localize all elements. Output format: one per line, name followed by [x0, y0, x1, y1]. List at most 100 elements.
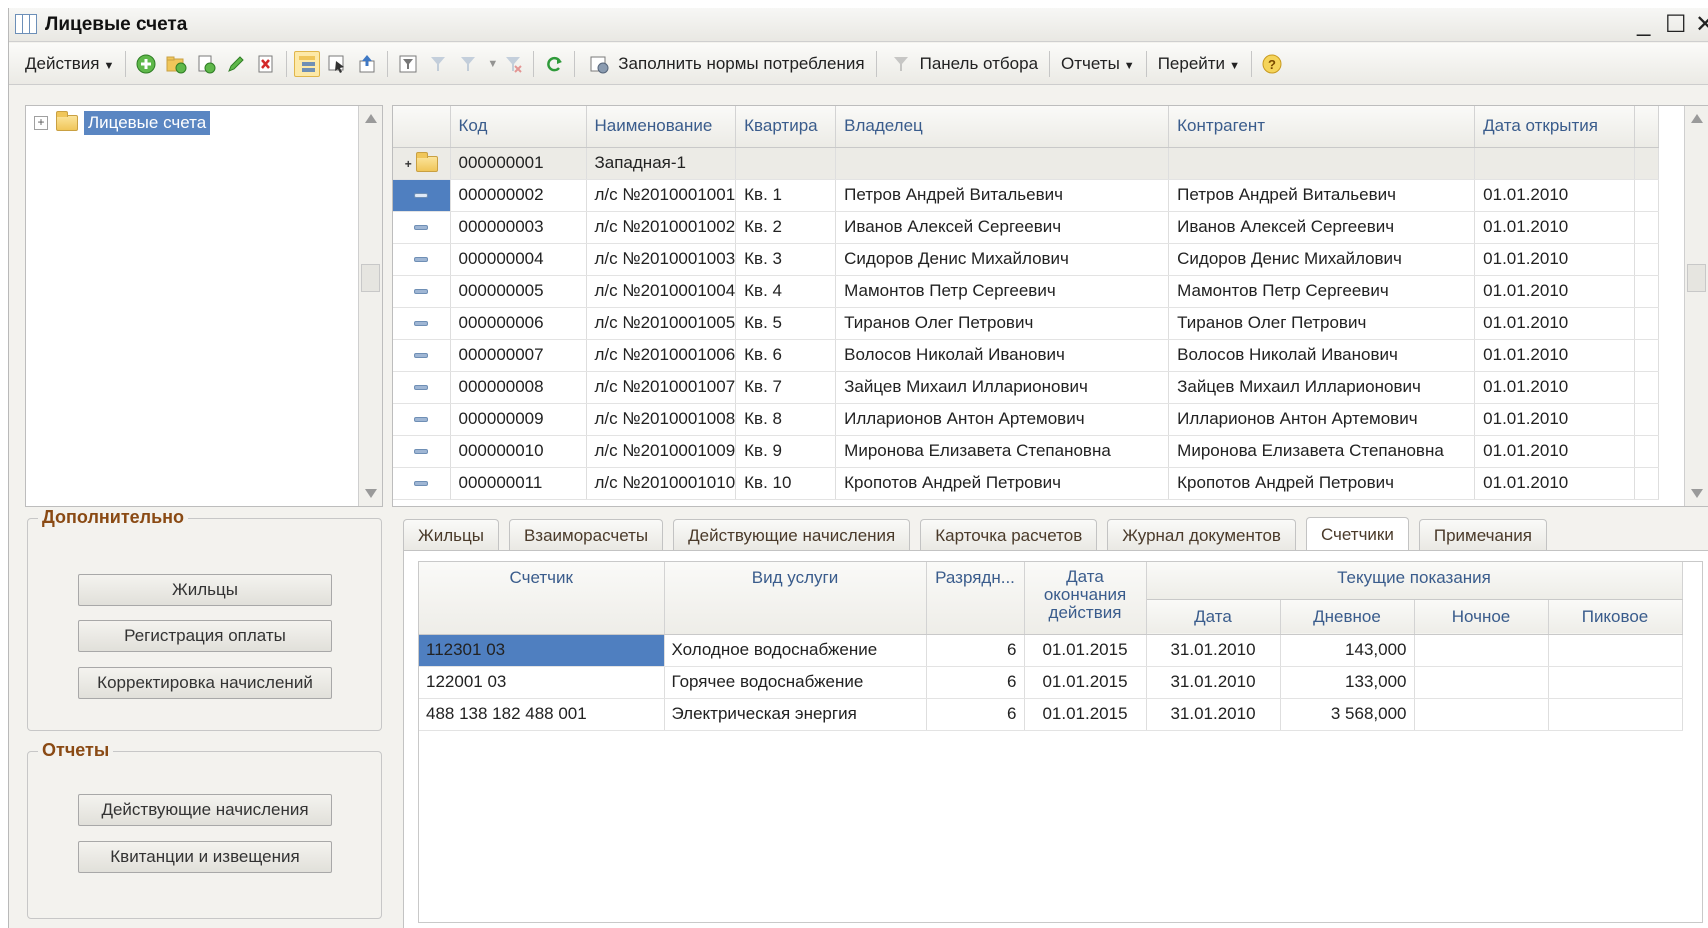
table-row[interactable]: 000000004 л/с №2010001003 Кв. 3 Сидоров Ден… [393, 243, 1660, 276]
tab-meters[interactable]: Счетчики [1305, 517, 1409, 551]
edit-icon[interactable] [223, 51, 249, 77]
maximize-button[interactable]: ☐ [1665, 10, 1687, 39]
table-row[interactable]: 000000010 л/с №2010001009 Кв. 9 Миронова Ел… [393, 435, 1660, 468]
table-row-group[interactable]: + 000000001 Западная-1 [393, 147, 1660, 180]
cell-owner: Иванов Алексей Сергеевич [835, 211, 1170, 244]
scroll-thumb[interactable] [361, 264, 380, 292]
actions-menu[interactable]: Действия ▼ [19, 54, 120, 74]
col-spacer [1634, 106, 1660, 148]
account-item-icon [414, 225, 429, 231]
col-date-header[interactable]: Дата [1146, 599, 1281, 635]
table-row[interactable]: 112301 03 Холодное водоснабжение 6 01.01.20… [419, 634, 1683, 667]
table-row[interactable]: 122001 03 Горячее водоснабжение 6 01.01.201… [419, 666, 1683, 699]
tree-item-label[interactable]: Лицевые счета [84, 111, 211, 135]
filter-settings-icon[interactable] [395, 51, 421, 77]
cell-apartment: Кв. 5 [735, 307, 837, 340]
table-row[interactable]: 000000003 л/с №2010001002 Кв. 2 Иванов Алек… [393, 211, 1660, 244]
scroll-up-icon[interactable] [365, 114, 377, 123]
toolbar-divider [875, 50, 877, 77]
tree-scrollbar[interactable] [358, 106, 382, 506]
delete-icon[interactable] [253, 51, 279, 77]
expand-icon[interactable]: + [34, 116, 48, 130]
scroll-down-icon[interactable] [365, 489, 377, 498]
cell-apartment: Кв. 6 [735, 339, 837, 372]
add-folder-icon[interactable] [163, 51, 189, 77]
accounts-grid: Код Наименование Квартира Владелец Контр… [392, 105, 1708, 507]
active-charges-button[interactable]: Действующие начисления [78, 794, 332, 826]
cell-name: л/с №2010001009 [586, 435, 737, 468]
filter-icon[interactable] [425, 51, 451, 77]
cell-end-date: 01.01.2015 [1024, 634, 1147, 667]
receipts-button[interactable]: Квитанции и извещения [78, 841, 332, 873]
col-owner-header[interactable]: Владелец [835, 106, 1170, 148]
reports-group: Отчеты Действующие начисления Квитанции … [27, 740, 382, 919]
filter-panel-button[interactable]: Панель отбора [882, 51, 1044, 77]
payment-registration-button[interactable]: Регистрация оплаты [78, 620, 332, 652]
tab-active-charges[interactable]: Действующие начисления [673, 519, 911, 551]
group-contractor [1168, 147, 1476, 180]
charge-correction-button[interactable]: Корректировка начислений [78, 667, 332, 699]
cell-peak-reading [1548, 666, 1683, 699]
col-contractor-header[interactable]: Контрагент [1168, 106, 1476, 148]
col-meter-header[interactable]: Счетчик [419, 562, 665, 635]
fill-norms-label: Заполнить нормы потребления [618, 53, 865, 73]
account-item-icon [414, 289, 429, 295]
col-apartment-header[interactable]: Квартира [735, 106, 837, 148]
scroll-thumb[interactable] [1687, 264, 1706, 292]
row-icon [393, 403, 451, 436]
grid-scrollbar[interactable] [1684, 106, 1708, 506]
chevron-down-icon: ▼ [1123, 59, 1135, 72]
actions-label: Действия [25, 53, 100, 73]
cell-owner: Илларионов Антон Артемович [835, 403, 1170, 436]
up-level-icon[interactable] [354, 51, 380, 77]
tab-residents[interactable]: Жильцы [403, 519, 499, 551]
cell-meter: 122001 03 [419, 666, 665, 699]
copy-icon[interactable] [193, 51, 219, 77]
help-icon[interactable]: ? [1259, 51, 1285, 77]
col-open-date-header[interactable]: Дата открытия [1474, 106, 1636, 148]
tab-documents-journal[interactable]: Журнал документов [1107, 519, 1296, 551]
minimize-button[interactable]: _ [1637, 10, 1650, 38]
col-day-header[interactable]: Дневное [1280, 599, 1415, 635]
select-icon[interactable] [324, 51, 350, 77]
table-row[interactable]: 000000007 л/с №2010001006 Кв. 6 Волосов Ник… [393, 339, 1660, 372]
go-label: Перейти [1157, 53, 1226, 73]
table-row[interactable]: 000000002 л/с №2010001001 Кв. 1 Петров Андр… [393, 179, 1660, 212]
cell-spacer [1634, 339, 1660, 372]
col-night-header[interactable]: Ночное [1414, 599, 1549, 635]
close-button[interactable]: ✕ [1695, 10, 1708, 39]
clear-filter-icon[interactable] [500, 51, 526, 77]
residents-button[interactable]: Жильцы [78, 574, 332, 606]
table-row[interactable]: 488 138 182 488 001 Электрическая энергия… [419, 698, 1683, 731]
expand-icon[interactable]: + [405, 157, 412, 171]
table-row[interactable]: 000000005 л/с №2010001004 Кв. 4 Мамонтов Пе… [393, 275, 1660, 308]
tab-settlements[interactable]: Взаиморасчеты [508, 519, 664, 551]
go-menu[interactable]: Перейти ▼ [1152, 54, 1246, 74]
add-icon[interactable] [133, 51, 159, 77]
table-row[interactable]: 000000006 л/с №2010001005 Кв. 5 Тиранов Оле… [393, 307, 1660, 340]
fill-norms-button[interactable]: Заполнить нормы потребления [580, 51, 870, 77]
col-code-header[interactable]: Код [450, 106, 587, 148]
table-row[interactable]: 000000009 л/с №2010001008 Кв. 8 Илларионов … [393, 403, 1660, 436]
tab-account-card[interactable]: Карточка расчетов [920, 519, 1098, 551]
account-item-icon [414, 449, 429, 455]
account-item-icon [414, 353, 429, 359]
table-row[interactable]: 000000011 л/с №2010001010 Кв. 10 Кропотов А… [393, 467, 1660, 500]
filter-list-icon[interactable] [455, 51, 481, 77]
cell-service: Горячее водоснабжение [664, 666, 927, 699]
reports-menu[interactable]: Отчеты ▼ [1055, 54, 1141, 74]
col-service-header[interactable]: Вид услуги [664, 562, 927, 635]
table-row[interactable]: 000000008 л/с №2010001007 Кв. 7 Зайцев Миха… [393, 371, 1660, 404]
tab-notes[interactable]: Примечания [1418, 519, 1548, 551]
scroll-up-icon[interactable] [1691, 114, 1703, 123]
chevron-down-icon[interactable]: ▼ [487, 58, 498, 70]
col-end-date-header[interactable]: Дата окончания действия [1024, 562, 1147, 635]
tree-item-root[interactable]: + Лицевые счета [34, 111, 211, 135]
col-current-header[interactable]: Текущие показания [1146, 562, 1683, 600]
col-peak-header[interactable]: Пиковое [1548, 599, 1683, 635]
refresh-icon[interactable] [541, 51, 567, 77]
col-digits-header[interactable]: Разрядн... [926, 562, 1025, 635]
hierarchy-view-icon[interactable] [294, 50, 321, 77]
scroll-down-icon[interactable] [1691, 489, 1703, 498]
col-name-header[interactable]: Наименование [586, 106, 737, 148]
